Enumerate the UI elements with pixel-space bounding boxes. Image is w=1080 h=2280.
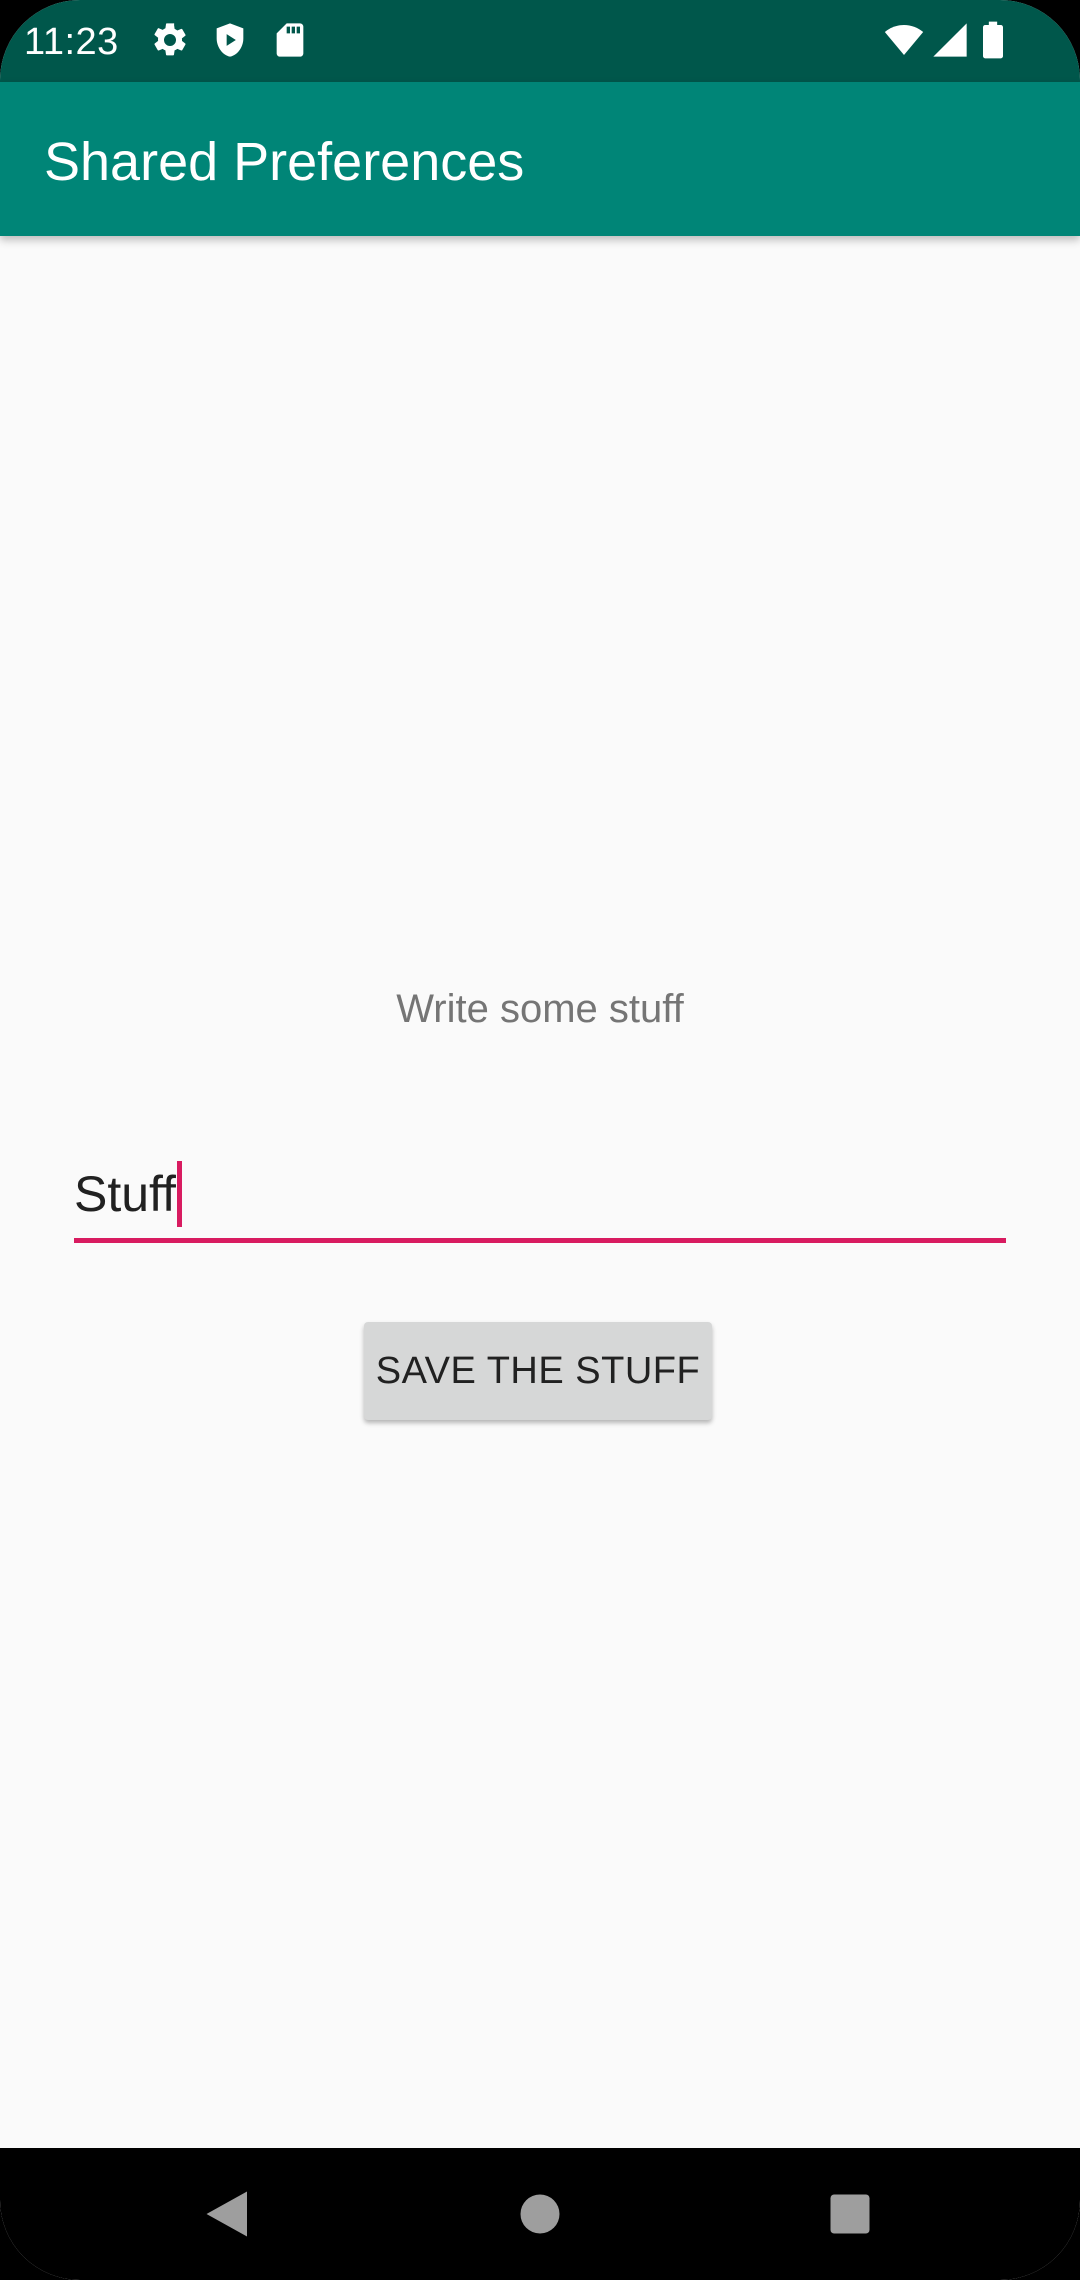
back-icon[interactable] <box>190 2178 262 2250</box>
status-bar: 11:23 <box>0 0 1080 82</box>
home-icon[interactable] <box>504 2178 576 2250</box>
cell-signal-icon <box>928 20 972 60</box>
settings-icon <box>150 20 190 60</box>
stuff-input-underline <box>74 1238 1006 1243</box>
main-content: Write some stuff Stuff SAVE THE STUFF <box>0 236 1080 2148</box>
navigation-bar <box>0 2148 1080 2280</box>
prompt-label: Write some stuff <box>396 987 684 1031</box>
stuff-input-text[interactable]: Stuff <box>74 1160 182 1231</box>
text-cursor <box>176 1160 182 1227</box>
app-bar: Shared Preferences <box>0 82 1080 236</box>
app-title: Shared Preferences <box>44 132 525 192</box>
app-screen: 11:23 Shared Preferences Write some stuf… <box>0 0 1080 2280</box>
sd-card-icon <box>270 20 310 60</box>
shield-play-icon <box>210 20 250 60</box>
stuff-input[interactable]: Stuff <box>74 1144 1006 1244</box>
battery-icon <box>978 20 1008 60</box>
stuff-input-value: Stuff <box>74 1166 176 1222</box>
wifi-icon <box>880 20 928 60</box>
save-button[interactable]: SAVE THE STUFF <box>364 1322 712 1420</box>
status-time: 11:23 <box>24 21 119 63</box>
recents-icon[interactable] <box>814 2178 886 2250</box>
